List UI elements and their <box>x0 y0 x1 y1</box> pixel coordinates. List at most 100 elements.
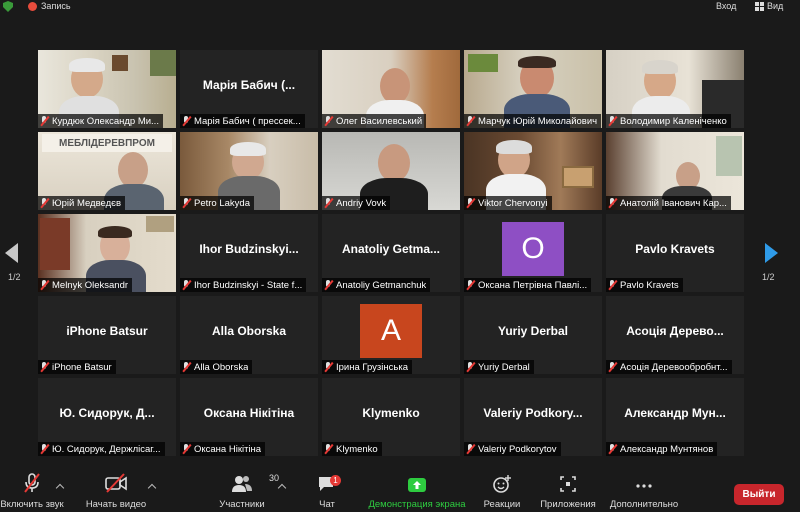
participants-button[interactable]: 30 Участники <box>214 470 279 512</box>
security-shield-icon[interactable] <box>3 1 13 12</box>
participant-name-bar: iPhone Batsur <box>38 360 116 374</box>
participant-name-bar: Олег Василевський <box>322 114 427 128</box>
mic-muted-icon <box>466 444 475 454</box>
mic-muted-icon <box>40 280 49 290</box>
participant-tile[interactable]: Melnyk Oleksandr <box>38 214 176 292</box>
participant-name-bar: Ihor Budzinskyi - State f... <box>180 278 307 292</box>
participant-tile[interactable]: Оксана Нікітіна Оксана Нікітіна <box>180 378 318 456</box>
participant-tile[interactable]: Ю. Сидорук, Д... Ю. Сидорук, Держлісаг..… <box>38 378 176 456</box>
page-indicator-right: 1/2 <box>762 272 775 282</box>
participant-name: Асоція Деревообробнт... <box>620 361 728 373</box>
participant-tile[interactable]: iPhone Batsur iPhone Batsur <box>38 296 176 374</box>
previous-page-arrow-icon[interactable] <box>5 243 18 263</box>
participant-tile[interactable]: Асоція Дерево... Асоція Деревообробнт... <box>606 296 744 374</box>
participant-name-bar: Александр Мунтянов <box>606 442 718 456</box>
participant-tile[interactable]: Yuriy Derbal Yuriy Derbal <box>464 296 602 374</box>
apps-button[interactable]: Приложения <box>538 470 598 512</box>
unmute-label: Включить звук <box>0 499 64 510</box>
reactions-label: Реакции <box>483 499 521 510</box>
mic-muted-icon <box>466 116 475 126</box>
participant-name: Марія Бабич ( прессек... <box>194 115 301 127</box>
participant-tile[interactable]: Klymenko Klymenko <box>322 378 460 456</box>
participant-display-name: Ihor Budzinskyi... <box>199 242 299 256</box>
share-screen-button[interactable]: Демонстрация экрана <box>364 470 470 512</box>
participants-icon: 30 <box>231 470 279 494</box>
unmute-button[interactable]: Включить звук <box>0 470 64 512</box>
participant-tile[interactable]: Курдюк Олександр Ми... <box>38 50 176 128</box>
next-page-arrow-icon[interactable] <box>765 243 778 263</box>
participant-tile[interactable]: О Оксана Петрівна Павлі... <box>464 214 602 292</box>
mic-muted-icon <box>182 444 191 454</box>
reactions-button[interactable]: Реакции <box>480 470 524 512</box>
participant-tile[interactable]: МЕБЛІДЕРЕВПРОМ Юрій Медведєв <box>38 132 176 210</box>
participant-display-name: Yuriy Derbal <box>497 324 569 338</box>
mic-muted-icon <box>324 198 333 208</box>
participant-name-bar: Yuriy Derbal <box>464 360 534 374</box>
participant-tile[interactable]: Pavlo Kravets Pavlo Kravets <box>606 214 744 292</box>
participant-tile[interactable]: Олег Василевський <box>322 50 460 128</box>
participant-name: Viktor Chervonyi <box>478 197 548 209</box>
participant-tile[interactable]: Ihor Budzinskyi... Ihor Budzinskyi - Sta… <box>180 214 318 292</box>
participant-tile[interactable]: Viktor Chervonyi <box>464 132 602 210</box>
participant-name-bar: Ю. Сидорук, Держлісаг... <box>38 442 165 456</box>
participant-name-bar: Оксана Нікітіна <box>180 442 266 456</box>
participant-tile[interactable]: Александр Мун... Александр Мунтянов <box>606 378 744 456</box>
participant-name-bar: Anatoliy Getmanchuk <box>322 278 431 292</box>
mic-muted-icon <box>21 470 43 494</box>
grid-view-icon[interactable] <box>755 2 764 11</box>
participant-display-name: iPhone Batsur <box>66 324 148 338</box>
participant-name: Melnyk Oleksandr <box>52 279 129 291</box>
more-dots-icon <box>634 470 654 494</box>
mic-muted-icon <box>466 198 475 208</box>
mic-muted-icon <box>182 116 191 126</box>
participant-display-name: Марія Бабич (... <box>202 78 296 92</box>
participant-name: Ю. Сидорук, Держлісаг... <box>52 443 161 455</box>
participant-tile[interactable]: Anatoliy Getma... Anatoliy Getmanchuk <box>322 214 460 292</box>
mic-muted-icon <box>40 198 49 208</box>
company-sign: МЕБЛІДЕРЕВПРОМ <box>42 134 172 152</box>
start-video-button[interactable]: Начать видео <box>84 470 148 512</box>
participant-name-bar: Ірина Грузінська <box>322 360 412 374</box>
participant-name-bar: Марія Бабич ( прессек... <box>180 114 305 128</box>
participant-tile[interactable]: Володимир Каленіченко <box>606 50 744 128</box>
leave-meeting-button[interactable]: Выйти <box>734 484 784 505</box>
participant-display-name: Anatoliy Getma... <box>341 242 441 256</box>
participant-name: Курдюк Олександр Ми... <box>52 115 159 127</box>
mic-muted-icon <box>40 116 49 126</box>
participant-tile[interactable]: Анатолій Іванович Кар... <box>606 132 744 210</box>
participant-tile[interactable]: Марія Бабич (... Марія Бабич ( прессек..… <box>180 50 318 128</box>
share-screen-icon <box>406 470 428 494</box>
participant-name-bar: Курдюк Олександр Ми... <box>38 114 163 128</box>
participants-label: Участники <box>219 499 265 510</box>
participant-name-bar: Klymenko <box>322 442 382 456</box>
video-options-chevron-icon[interactable] <box>147 483 157 493</box>
view-button[interactable]: Вид <box>767 1 783 11</box>
mic-muted-icon <box>608 116 617 126</box>
participant-name: Petro Lakyda <box>194 197 250 209</box>
active-speaker-tile[interactable]: Марчук Юрій Миколайович <box>464 50 602 128</box>
participant-display-name: Асоція Дерево... <box>626 324 724 338</box>
mic-muted-icon <box>182 280 191 290</box>
recording-icon <box>28 2 37 11</box>
participant-name: Alla Oborska <box>194 361 249 373</box>
participant-tile[interactable]: Valeriy Podkory... Valeriy Podkorytov <box>464 378 602 456</box>
mic-muted-icon <box>324 444 333 454</box>
participant-tile[interactable]: А Ірина Грузінська <box>322 296 460 374</box>
mic-muted-icon <box>40 444 49 454</box>
participant-name: Anatoliy Getmanchuk <box>336 279 427 291</box>
participant-display-name: Ю. Сидорук, Д... <box>59 406 155 420</box>
participant-tile[interactable]: Andriy Vovk <box>322 132 460 210</box>
participant-display-name: Valeriy Podkory... <box>483 406 583 420</box>
enter-button[interactable]: Вход <box>716 1 736 11</box>
more-label: Дополнительно <box>609 499 679 510</box>
chat-icon: 1 <box>317 470 341 494</box>
chat-button[interactable]: 1 Чат <box>310 470 344 512</box>
more-button[interactable]: Дополнительно <box>606 470 682 512</box>
apps-label: Приложения <box>540 499 596 510</box>
participant-tile[interactable]: Petro Lakyda <box>180 132 318 210</box>
page-indicator-left: 1/2 <box>8 272 21 282</box>
mic-muted-icon <box>324 362 333 372</box>
participants-options-chevron-icon[interactable] <box>277 483 287 493</box>
participant-name-bar: Марчук Юрій Миколайович <box>464 114 602 128</box>
participant-tile[interactable]: Alla Oborska Alla Oborska <box>180 296 318 374</box>
